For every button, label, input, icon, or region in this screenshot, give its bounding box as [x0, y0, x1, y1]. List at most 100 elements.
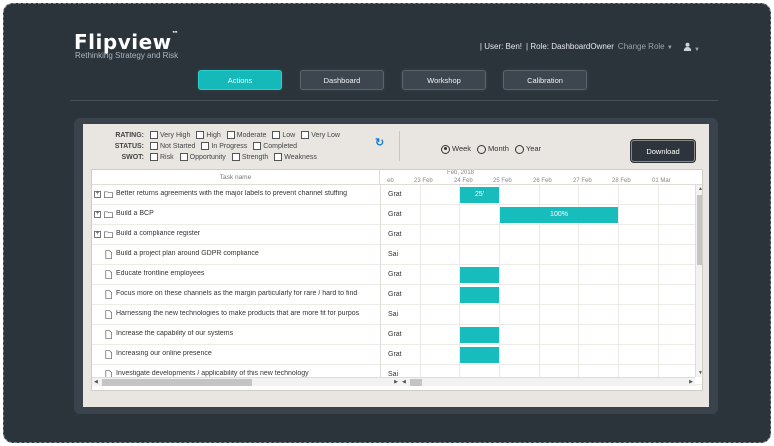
- option-label: Very High: [160, 131, 191, 139]
- radio-label: Year: [525, 144, 542, 153]
- task-owner: Grat: [380, 185, 410, 205]
- task-owner: Grat: [380, 205, 410, 225]
- checkbox-in-progress[interactable]: [201, 142, 210, 150]
- checkbox-low[interactable]: [272, 131, 281, 139]
- actions-panel: RATING: Very High High Moderate Low Very…: [74, 118, 718, 414]
- day-header: 27 Feb: [573, 178, 592, 184]
- day-header: 23 Feb: [414, 178, 433, 184]
- folder-icon: [104, 231, 113, 239]
- scroll-left-icon[interactable]: ◀: [402, 379, 406, 385]
- tab-actions[interactable]: Actions: [198, 70, 282, 90]
- task-name: Build a compliance register: [116, 230, 201, 237]
- timeline-horizontal-scrollbar[interactable]: ◀ ▶: [400, 377, 695, 386]
- radio-month-dot: [477, 144, 487, 154]
- change-role-dropdown[interactable]: Change Role ▼: [618, 42, 673, 53]
- user-bar: | User: Ben! | Role: DashboardOwner Chan…: [480, 42, 700, 53]
- task-row[interactable]: Harnessing the new technologies to make …: [92, 305, 702, 325]
- expand-icon[interactable]: +: [94, 191, 101, 198]
- gantt-bar[interactable]: 100%: [500, 207, 618, 223]
- day-header: eb: [387, 178, 394, 184]
- scroll-up-icon[interactable]: ▲: [698, 186, 702, 192]
- option-label: Strength: [241, 153, 269, 161]
- radio-month[interactable]: Month: [477, 144, 509, 154]
- gantt-bar[interactable]: [460, 327, 499, 343]
- radio-label: Week: [452, 144, 472, 153]
- task-name: Focus more on these channels as the marg…: [116, 290, 358, 297]
- task-owner: Grat: [380, 325, 410, 345]
- task-row[interactable]: Focus more on these channels as the marg…: [92, 285, 702, 305]
- radio-label: Month: [488, 144, 509, 153]
- checkbox-very-low[interactable]: [301, 131, 310, 139]
- radio-year[interactable]: Year: [514, 144, 542, 154]
- file-icon: [105, 310, 113, 319]
- tab-workshop[interactable]: Workshop: [402, 70, 486, 90]
- checkbox-not-started[interactable]: [150, 142, 158, 150]
- checkbox-risk[interactable]: [150, 153, 158, 161]
- radio-week[interactable]: Week: [441, 144, 471, 154]
- gantt-bar[interactable]: [460, 267, 499, 283]
- scroll-down-icon[interactable]: ▼: [698, 370, 702, 376]
- trademark: ™: [171, 30, 180, 38]
- vertical-scroll-thumb[interactable]: [697, 195, 702, 265]
- folder-icon: [104, 191, 113, 199]
- checkbox-moderate[interactable]: [226, 131, 235, 139]
- task-scroll-thumb[interactable]: [102, 379, 252, 386]
- gantt-grid: Task name Feb, 2018 eb 23 Feb 24 Feb 25 …: [91, 169, 703, 391]
- checkbox-weakness[interactable]: [274, 153, 283, 161]
- file-icon: [105, 330, 113, 339]
- timeline-scroll-thumb[interactable]: [410, 379, 422, 386]
- task-row[interactable]: Build a project plan around GDPR complia…: [92, 245, 702, 265]
- file-icon: [105, 250, 113, 259]
- status-filter: STATUS: Not Started In Progress Complete…: [109, 142, 299, 150]
- gantt-bar[interactable]: [460, 287, 499, 303]
- user-menu[interactable]: ▼: [683, 42, 700, 53]
- chevron-down-icon: ▼: [694, 47, 700, 53]
- tab-calibration[interactable]: Calibration: [503, 70, 587, 90]
- gantt-bar[interactable]: 25': [460, 187, 499, 203]
- folder-icon: [104, 211, 113, 219]
- task-name: Better returns agreements with the major…: [116, 190, 347, 197]
- task-horizontal-scrollbar[interactable]: ◀ ▶: [92, 377, 400, 386]
- tagline: Rethinking Strategy and Risk: [75, 51, 179, 60]
- vertical-scrollbar[interactable]: ▲ ▼: [695, 185, 702, 377]
- scroll-right-icon[interactable]: ▶: [394, 379, 398, 385]
- checkbox-strength[interactable]: [231, 153, 240, 161]
- checkbox-completed[interactable]: [253, 142, 262, 150]
- swot-filter: SWOT: Risk Opportunity Strength Weakness: [109, 153, 319, 161]
- option-label: Risk: [160, 153, 174, 161]
- task-row[interactable]: Increase the capability of our systems Gr…: [92, 325, 702, 345]
- option-label: Not Started: [160, 142, 196, 150]
- task-row[interactable]: + Build a compliance register Grat: [92, 225, 702, 245]
- file-icon: [105, 270, 113, 279]
- radio-year-dot: [514, 144, 524, 154]
- scroll-right-icon[interactable]: ▶: [689, 379, 693, 385]
- refresh-icon[interactable]: ↻: [375, 136, 384, 149]
- expand-icon[interactable]: +: [94, 231, 101, 238]
- grid-header: Task name Feb, 2018 eb 23 Feb 24 Feb 25 …: [92, 170, 702, 185]
- task-row[interactable]: Educate frontline employees Grat: [92, 265, 702, 285]
- task-row[interactable]: Increasing our online presence Grat: [92, 345, 702, 365]
- expand-icon[interactable]: +: [94, 211, 101, 218]
- scroll-left-icon[interactable]: ◀: [94, 379, 98, 385]
- task-owner: Grat: [380, 285, 410, 305]
- view-selector: Week Month Year: [441, 144, 541, 154]
- day-header: 26 Feb: [533, 178, 552, 184]
- option-label: High: [206, 131, 221, 139]
- download-button[interactable]: Download: [631, 140, 695, 162]
- task-name-header: Task name: [92, 170, 380, 185]
- user-label: | User: Ben!: [479, 42, 523, 51]
- radio-week-dot: [441, 144, 450, 154]
- role-label: | Role: DashboardOwner: [526, 42, 614, 51]
- status-label: STATUS:: [114, 142, 144, 150]
- file-icon: [105, 350, 113, 359]
- checkbox-very-high[interactable]: [150, 131, 158, 139]
- task-row[interactable]: + Better returns agreements with the majo…: [92, 185, 702, 205]
- tab-dashboard[interactable]: Dashboard: [300, 70, 384, 90]
- checkbox-high[interactable]: [196, 131, 205, 139]
- app-window: Flipview™ Rethinking Strategy and Risk |…: [3, 3, 771, 443]
- option-label: Very Low: [311, 131, 340, 139]
- rating-label: RATING:: [115, 131, 144, 139]
- checkbox-opportunity[interactable]: [179, 153, 188, 161]
- gantt-bar[interactable]: [460, 347, 499, 363]
- task-name: Investigate developments / applicability…: [116, 370, 309, 377]
